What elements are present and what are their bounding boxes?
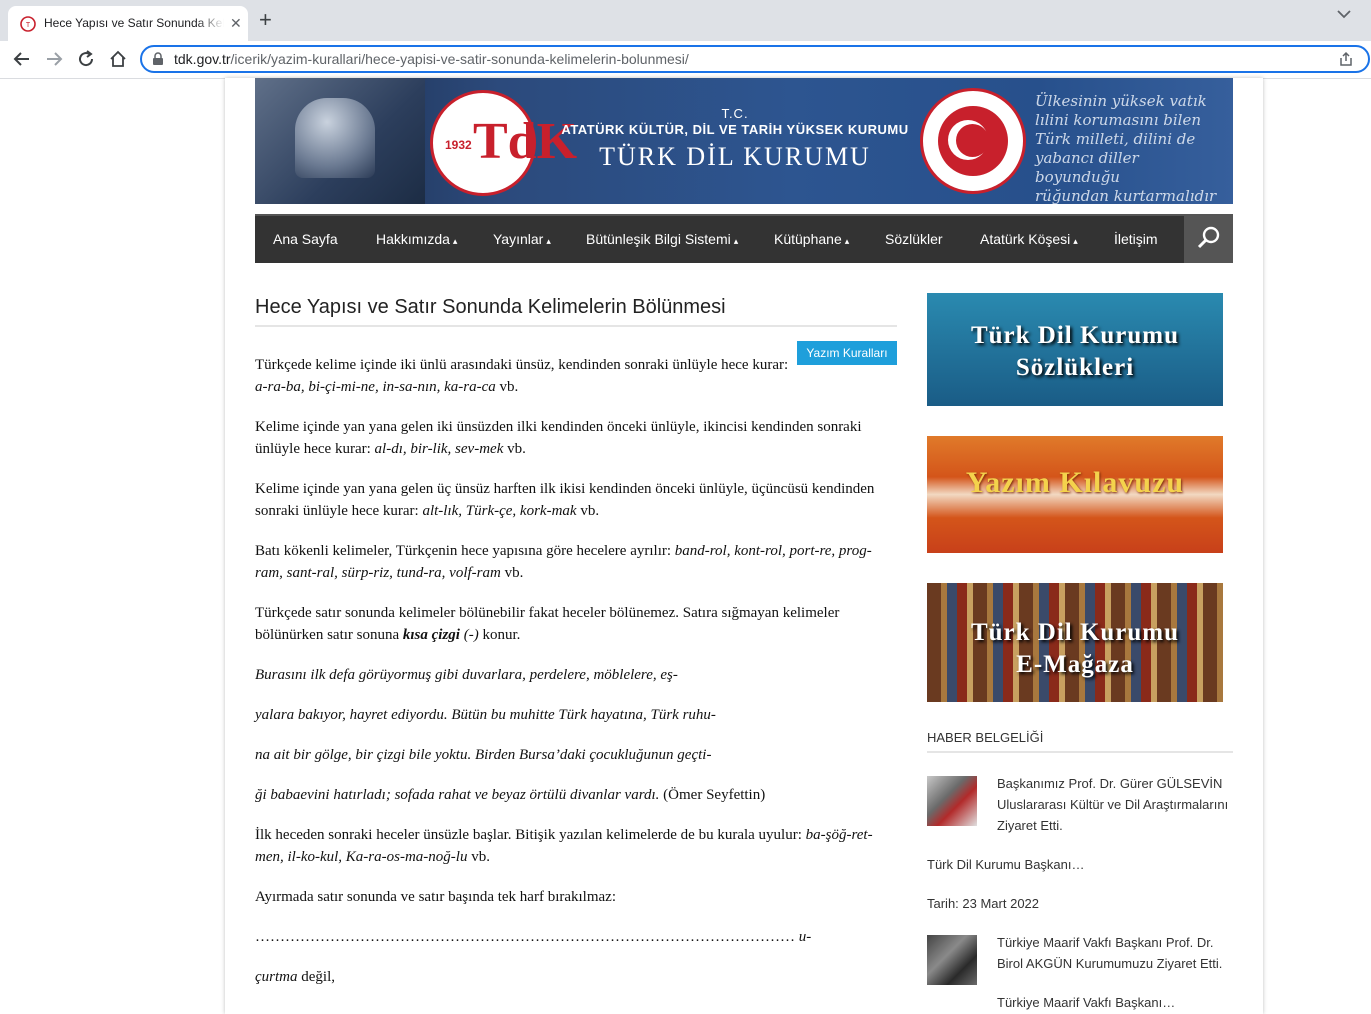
paragraph: Ayırmada satır sonunda ve satır başında … xyxy=(255,889,617,905)
browser-toolbar: tdk.gov.tr/icerik/yazim-kurallari/hece-y… xyxy=(0,41,1371,79)
paragraph: Türkçede satır sonunda kelimeler bölüneb… xyxy=(255,605,840,643)
news-date: Tarih: 23 Mart 2022 xyxy=(927,896,1040,911)
quote-line: yalara bakıyor, hayret ediyordu. Bütün b… xyxy=(255,707,716,723)
page-container: 1932 TdK T.C. ATATÜRK KÜLTÜR, DİL VE TAR… xyxy=(225,78,1263,1014)
caret-up-icon: ▴ xyxy=(733,236,739,246)
lock-icon[interactable] xyxy=(151,52,165,66)
ad-e-magaza[interactable]: Türk Dil Kurumu E-Mağaza xyxy=(927,583,1223,702)
logo-year: 1932 xyxy=(445,138,472,152)
paragraph: Batı kökenli kelimeler, Türkçenin hece y… xyxy=(255,543,872,581)
news-title[interactable]: Başkanımız Prof. Dr. Gürer GÜLSEVİN Ulus… xyxy=(997,773,1233,836)
page-title: Hece Yapısı ve Satır Sonunda Kelimelerin… xyxy=(255,296,726,318)
nav-item-sozlukler[interactable]: Sözlükler xyxy=(885,231,943,247)
home-icon[interactable] xyxy=(108,49,128,69)
tab-title: Hece Yapısı ve Satır Sonunda Kelimelerin… xyxy=(44,16,224,30)
banner-tc: T.C. xyxy=(721,106,749,121)
paragraph: Kelime içinde yan yana gelen iki ünsüzde… xyxy=(255,419,862,457)
tab-close-icon[interactable]: ✕ xyxy=(230,15,242,32)
akm-seal-logo xyxy=(920,88,1026,194)
news-thumbnail[interactable] xyxy=(927,935,977,985)
news-excerpt: Türk Dil Kurumu Başkanı… xyxy=(927,857,1085,872)
ad-e-magaza-label: Türk Dil Kurumu E-Mağaza xyxy=(970,619,1180,678)
dotted-line: ……………………………………………………………………………………………… u- xyxy=(255,929,812,945)
search-icon xyxy=(1197,226,1220,249)
news-item[interactable]: Başkanımız Prof. Dr. Gürer GÜLSEVİN Ulus… xyxy=(927,773,1233,893)
news-heading: HABER BELGELİĞİ xyxy=(927,730,1044,745)
site-banner[interactable]: 1932 TdK T.C. ATATÜRK KÜLTÜR, DİL VE TAR… xyxy=(255,78,1233,204)
back-arrow-icon[interactable] xyxy=(12,49,32,69)
share-icon[interactable] xyxy=(1338,51,1354,67)
banner-org-line: ATATÜRK KÜLTÜR, DİL VE TARİH YÜKSEK KURU… xyxy=(561,122,909,137)
ataturk-photo xyxy=(255,78,425,204)
nav-item-butunlesik-bilgi-sistemi[interactable]: Bütünleşik Bilgi Sistemi ▴ xyxy=(586,231,738,247)
site-favicon-icon: T xyxy=(20,16,36,32)
news-excerpt: Türkiye Maarif Vakfı Başkanı… xyxy=(997,995,1176,1010)
quote-line: ği babaevini hatırladı; sofada rahat ve … xyxy=(255,787,766,803)
nav-item-ataturk-kosesi[interactable]: Atatürk Köşesi ▴ xyxy=(980,231,1078,247)
title-divider xyxy=(255,325,897,327)
ataturk-quote-script: Ülkesinin yüksek vatık lılini korumasını… xyxy=(1035,92,1217,204)
browser-tab-strip: T Hece Yapısı ve Satır Sonunda Kelimeler… xyxy=(0,0,1371,41)
quote-line: Burasını ilk defa görüyormuş gibi duvarl… xyxy=(255,667,678,683)
ad-sozlukler[interactable]: Türk Dil Kurumu Sözlükleri xyxy=(927,293,1223,406)
paragraph: çurtma değil, xyxy=(255,969,335,985)
address-bar[interactable]: tdk.gov.tr/icerik/yazim-kurallari/hece-y… xyxy=(140,45,1370,73)
main-nav: Ana Sayfa Hakkımızda ▴ Yayınlar ▴ Bütünleş… xyxy=(255,214,1233,263)
new-tab-icon[interactable]: + xyxy=(259,9,272,31)
news-divider xyxy=(927,751,1233,753)
ad-yazim-kilavuzu[interactable]: Yazım Kılavuzu xyxy=(927,436,1223,553)
ad-sozlukler-label: Türk Dil Kurumu Sözlükleri xyxy=(970,322,1180,381)
article-body: Türkçede kelime içinde iki ünlü arasında… xyxy=(255,354,897,1006)
banner-org-name: TÜRK DİL KURUMU xyxy=(599,142,871,171)
quote-line: na ait bir gölge, bir çizgi bile yoktu. … xyxy=(255,747,712,763)
url-host: tdk.gov.tr xyxy=(174,51,231,67)
nav-item-yayinlar[interactable]: Yayınlar ▴ xyxy=(493,231,551,247)
paragraph: Türkçede kelime içinde iki ünlü arasında… xyxy=(255,357,789,395)
svg-text:T: T xyxy=(26,22,31,29)
caret-up-icon: ▴ xyxy=(844,236,850,246)
nav-item-kutuphane[interactable]: Kütüphane ▴ xyxy=(774,231,849,247)
news-thumbnail[interactable] xyxy=(927,776,977,826)
news-item[interactable]: Türkiye Maarif Vakfı Başkanı Prof. Dr. B… xyxy=(927,932,1233,992)
tdk-logo: 1932 TdK xyxy=(430,90,577,196)
caret-up-icon: ▴ xyxy=(1073,236,1078,246)
paragraph: İlk heceden sonraki heceler ünsüzle başl… xyxy=(255,827,873,865)
ad-yazim-kilavuzu-label: Yazım Kılavuzu xyxy=(965,466,1185,499)
tab-search-chevron-icon[interactable] xyxy=(1334,4,1354,24)
caret-up-icon: ▴ xyxy=(546,236,551,246)
forward-arrow-icon[interactable] xyxy=(44,49,64,69)
paragraph: Kelime içinde yan yana gelen üç ünsüz ha… xyxy=(255,481,875,519)
url-text[interactable]: tdk.gov.tr/icerik/yazim-kurallari/hece-y… xyxy=(174,51,689,67)
nav-item-iletisim[interactable]: İletişim xyxy=(1114,231,1158,247)
news-title[interactable]: Türkiye Maarif Vakfı Başkanı Prof. Dr. B… xyxy=(997,932,1233,974)
caret-up-icon: ▴ xyxy=(452,236,458,246)
url-path: /icerik/yazim-kurallari/hece-yapisi-ve-s… xyxy=(230,51,689,67)
nav-item-hakkimizda[interactable]: Hakkımızda ▴ xyxy=(376,231,457,247)
nav-item-ana-sayfa[interactable]: Ana Sayfa xyxy=(273,231,338,247)
nav-search-button[interactable] xyxy=(1184,214,1233,263)
reload-icon[interactable] xyxy=(76,49,96,69)
browser-tab[interactable]: T Hece Yapısı ve Satır Sonunda Kelimeler… xyxy=(8,6,248,41)
